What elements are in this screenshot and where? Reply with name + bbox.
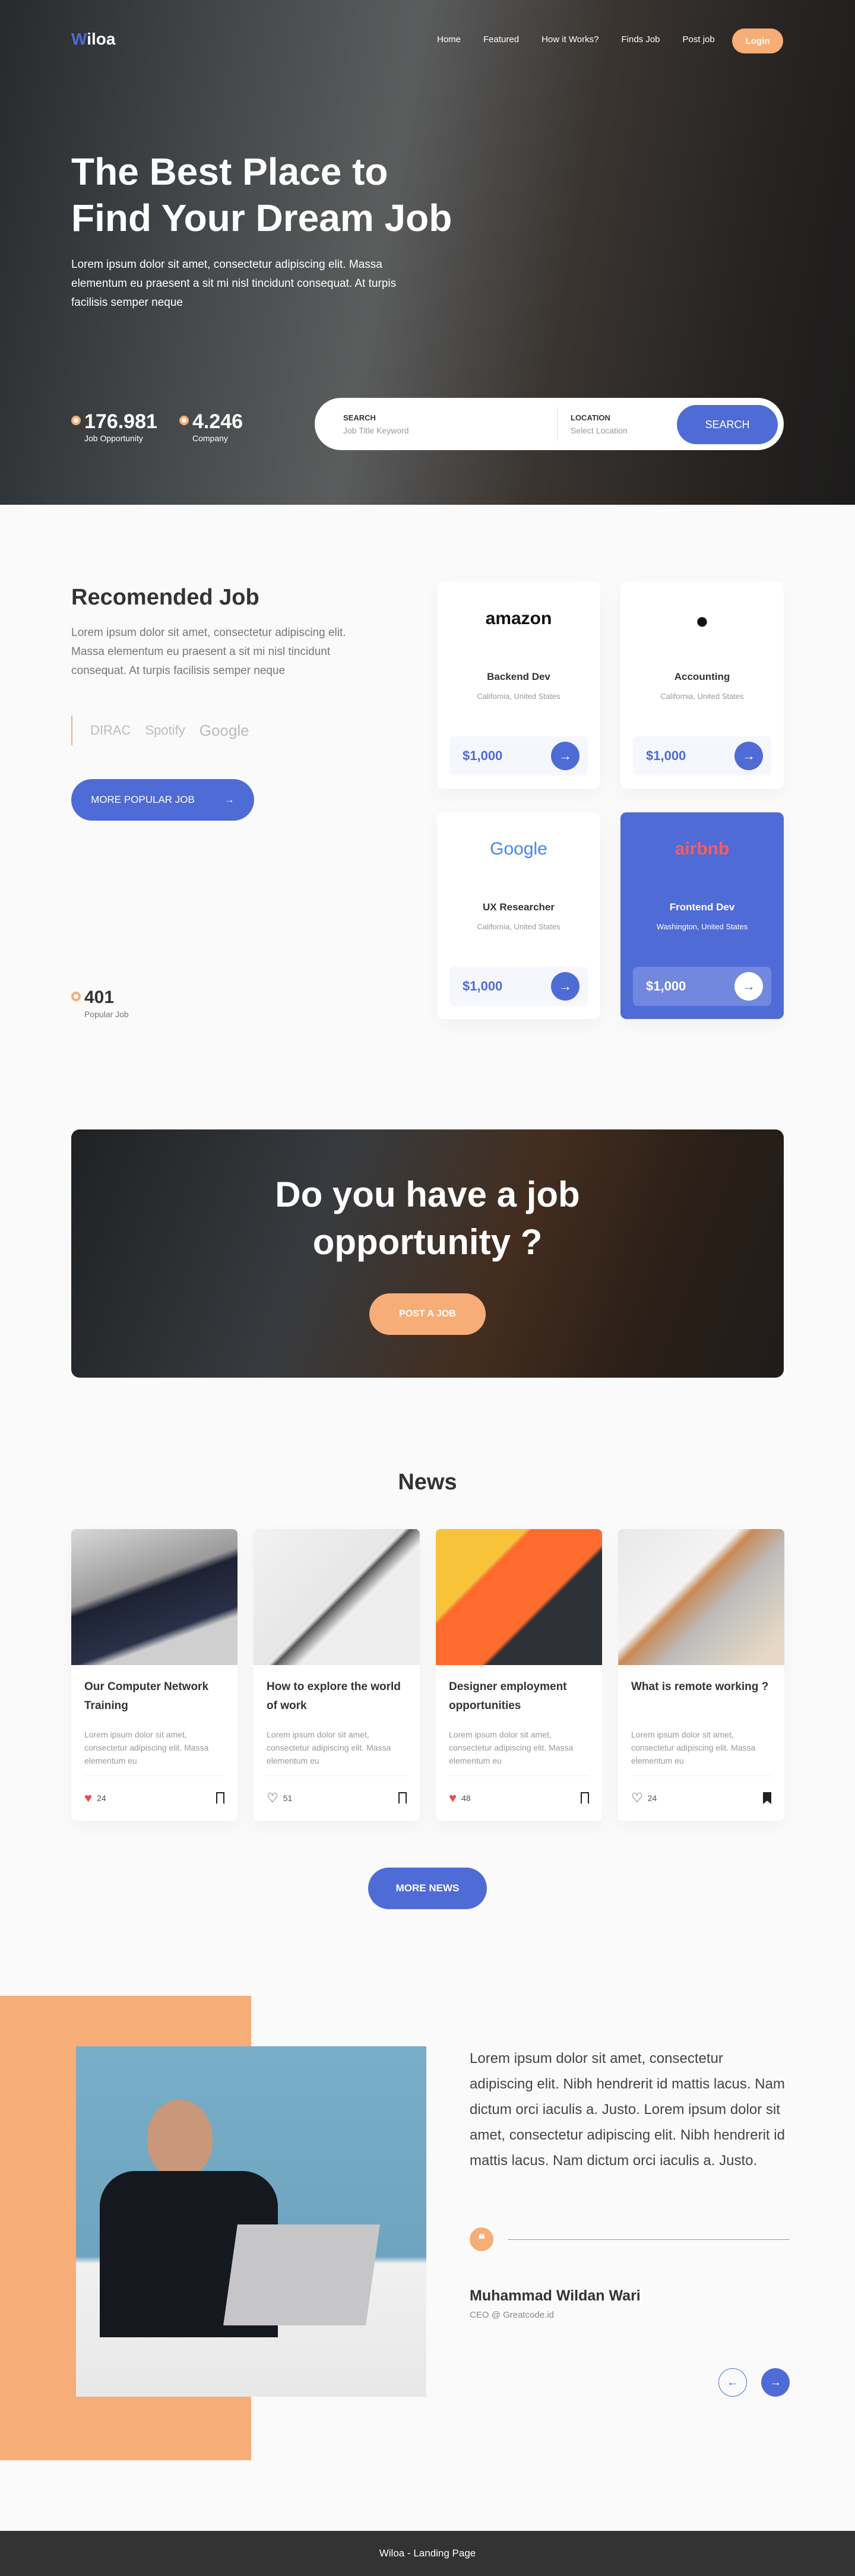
google-logo: Google — [490, 839, 547, 859]
dirac-logo: DIRAC — [90, 723, 131, 738]
search-button[interactable]: SEARCH — [677, 405, 778, 444]
quote-icon: ❝ — [470, 2227, 493, 2251]
hero-section: Wiloa Home Featured How it Works? Finds … — [0, 0, 855, 505]
keyword-field[interactable]: SEARCH Job Title Keyword — [343, 413, 409, 435]
like-count: 24 — [97, 1793, 106, 1803]
arrow-right-icon[interactable]: → — [734, 742, 763, 770]
news-desc: Lorem ipsum dolor sit amet, consectetur … — [449, 1730, 574, 1765]
heart-filled-icon[interactable]: ♥ — [449, 1790, 457, 1806]
next-arrow-icon[interactable]: → — [761, 2368, 790, 2397]
like-count: 48 — [461, 1793, 471, 1803]
recommended-title: Recomended Job — [71, 585, 259, 610]
logo[interactable]: Wiloa — [71, 30, 115, 49]
cta-title: Do you have a job opportunity ? — [275, 1175, 580, 1262]
dot-icon — [71, 992, 81, 1001]
job-card-active[interactable]: airbnb Frontend Dev Washington, United S… — [620, 812, 784, 1019]
google-logo: Google — [199, 721, 249, 739]
stat-job-opportunity: 176.981 Job Opportunity — [71, 410, 157, 443]
amazon-logo: amazon — [485, 609, 552, 628]
news-image — [618, 1529, 784, 1665]
heart-outline-icon[interactable]: ♡ — [267, 1790, 278, 1806]
arrow-right-icon[interactable]: → — [551, 972, 580, 1001]
job-card[interactable]: ● Accounting California, United States $… — [620, 582, 784, 789]
dot-icon — [179, 416, 189, 425]
news-card[interactable]: Designer employment opportunities Lorem … — [436, 1529, 602, 1821]
prev-arrow-icon[interactable]: ← — [718, 2368, 747, 2397]
main-nav: Home Featured How it Works? Finds Job Po… — [437, 34, 715, 45]
nav-finds-job[interactable]: Finds Job — [621, 34, 660, 45]
post-job-button[interactable]: POST A JOB — [369, 1293, 486, 1335]
job-card[interactable]: Google UX Researcher California, United … — [437, 812, 600, 1019]
news-title: News — [398, 1470, 457, 1495]
hero-paragraph: Lorem ipsum dolor sit amet, consectetur … — [71, 258, 397, 309]
divider — [508, 2239, 790, 2240]
heart-filled-icon[interactable]: ♥ — [84, 1790, 92, 1806]
nav-home[interactable]: Home — [437, 34, 461, 45]
nav-post-job[interactable]: Post job — [683, 34, 715, 45]
stat-company: 4.246 Company — [179, 410, 243, 443]
news-desc: Lorem ipsum dolor sit amet, consectetur … — [631, 1730, 756, 1765]
login-button[interactable]: Login — [732, 29, 783, 53]
apple-logo: ● — [695, 609, 709, 634]
news-card[interactable]: How to explore the world of work Lorem i… — [254, 1529, 420, 1821]
more-news-button[interactable]: MORE NEWS — [368, 1868, 487, 1909]
cta-banner: Do you have a job opportunity ? POST A JO… — [71, 1129, 784, 1378]
spotify-logo: Spotify — [145, 723, 185, 738]
recommended-paragraph: Lorem ipsum dolor sit amet, consectetur … — [71, 626, 346, 677]
location-field[interactable]: LOCATION Select Location — [571, 413, 628, 435]
news-card[interactable]: What is remote working ? Lorem ipsum dol… — [618, 1529, 784, 1821]
arrow-right-icon[interactable]: → — [551, 742, 580, 770]
news-title[interactable]: How to explore the world of work — [267, 1678, 407, 1716]
arrow-right-icon[interactable]: → — [734, 972, 763, 1001]
stat-popular-job: 401 Popular Job — [71, 986, 129, 1019]
news-desc: Lorem ipsum dolor sit amet, consectetur … — [84, 1730, 209, 1765]
heart-outline-icon[interactable]: ♡ — [631, 1790, 643, 1806]
testimonial-role: CEO @ Greatcode.id — [470, 2310, 554, 2320]
bookmark-icon[interactable] — [581, 1792, 589, 1804]
news-title[interactable]: Designer employment opportunities — [449, 1678, 589, 1716]
nav-featured[interactable]: Featured — [483, 34, 519, 45]
testimonial-quote: Lorem ipsum dolor sit amet, consectetur … — [470, 2050, 785, 2169]
divider — [557, 407, 558, 441]
news-image — [254, 1529, 420, 1665]
bookmark-icon[interactable] — [216, 1792, 224, 1804]
hero-title: The Best Place to Find Your Dream Job — [71, 150, 452, 239]
bookmark-icon[interactable] — [398, 1792, 407, 1804]
news-image — [71, 1529, 238, 1665]
job-card[interactable]: amazon Backend Dev California, United St… — [437, 582, 600, 789]
news-desc: Lorem ipsum dolor sit amet, consectetur … — [267, 1730, 391, 1765]
testimonial-photo — [76, 2046, 426, 2397]
like-count: 24 — [647, 1793, 657, 1803]
news-title[interactable]: Our Computer Network Training — [84, 1678, 224, 1716]
testimonial-name: Muhammad Wildan Wari — [470, 2287, 641, 2304]
job-search-bar: SEARCH Job Title Keyword LOCATION Select L… — [315, 398, 784, 450]
nav-how-it-works[interactable]: How it Works? — [542, 34, 598, 45]
bookmark-filled-icon[interactable] — [763, 1792, 771, 1804]
arrow-right-icon: → — [224, 794, 235, 805]
news-title[interactable]: What is remote working ? — [631, 1678, 771, 1697]
airbnb-logo: airbnb — [674, 839, 730, 859]
dot-icon — [71, 416, 81, 425]
footer: Wiloa - Landing Page — [0, 2531, 855, 2576]
partner-logos: DIRAC Spotify Google — [71, 716, 249, 745]
news-card[interactable]: Our Computer Network Training Lorem ipsu… — [71, 1529, 238, 1821]
more-popular-job-button[interactable]: MORE POPULAR JOB → — [71, 779, 254, 821]
like-count: 51 — [283, 1793, 293, 1803]
news-image — [436, 1529, 602, 1665]
